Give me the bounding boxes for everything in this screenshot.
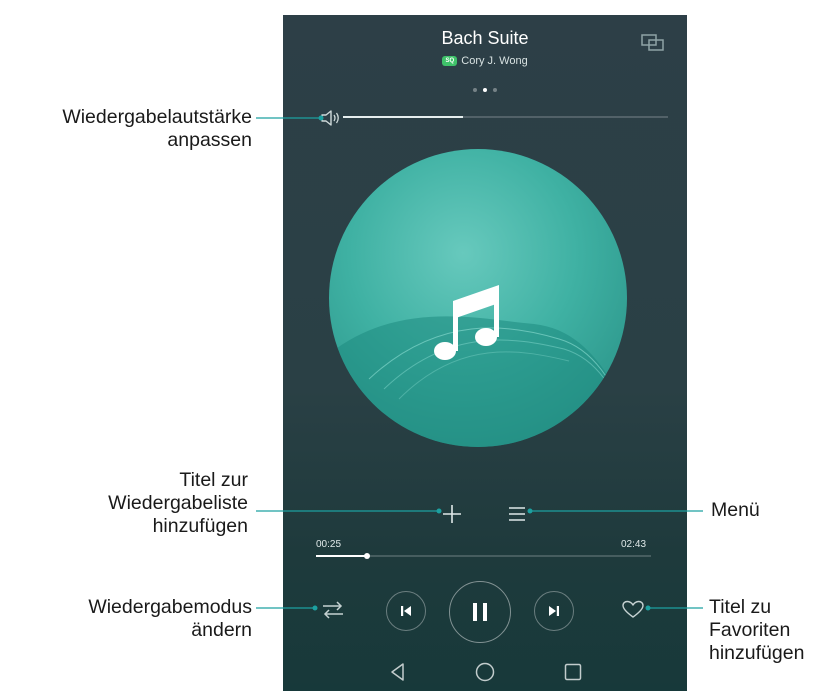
callout-volume: Wiedergabelautstärke anpassen [62,106,252,152]
callout-fav-line-1: Titel zu [709,596,772,618]
callout-volume-line-1: Wiedergabelautstärke [62,106,252,128]
callout-volume-line-2: anpassen [167,129,252,151]
callout-lines [256,115,703,611]
callout-menu-line-1: Menü [711,499,760,521]
callout-mode-line-2: ändern [191,619,252,641]
callout-fav-line-3: hinzufügen [709,642,805,664]
callout-menu: Menü [711,499,760,522]
callout-add-to-playlist: Titel zur Wiedergabeliste hinzufügen [108,469,248,538]
callout-add-line-3: hinzufügen [152,515,248,537]
callout-add-line-2: Wiedergabeliste [108,492,248,514]
callout-add-line-1: Titel zur [179,469,248,491]
callout-mode-line-1: Wiedergabemodus [88,596,252,618]
callout-change-mode: Wiedergabemodus ändern [88,596,252,642]
callout-fav-line-2: Favoriten [709,619,791,641]
callout-favorite: Titel zu Favoriten hinzufügen [709,596,804,665]
